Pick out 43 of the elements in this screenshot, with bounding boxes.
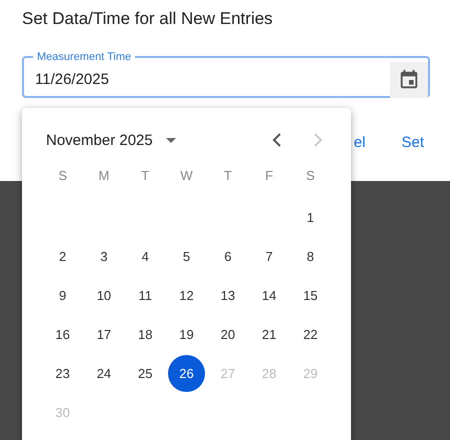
calendar-day[interactable]: 20 bbox=[209, 316, 246, 353]
weekday-label: S bbox=[305, 167, 316, 185]
calendar-day[interactable]: 8 bbox=[292, 238, 329, 275]
calendar-icon[interactable] bbox=[390, 62, 428, 98]
weekday-label: W bbox=[179, 167, 194, 185]
calendar-day[interactable]: 2 bbox=[44, 238, 82, 275]
calendar-day[interactable]: 9 bbox=[44, 277, 82, 314]
calendar-day[interactable]: 21 bbox=[250, 316, 288, 353]
month-selector[interactable]: November 2025 bbox=[46, 132, 153, 148]
calendar-day[interactable]: 15 bbox=[292, 277, 329, 314]
previous-month-icon[interactable] bbox=[272, 132, 282, 148]
calendar-day[interactable]: 25 bbox=[126, 355, 164, 392]
weekday-label: S bbox=[57, 167, 68, 185]
calendar-day[interactable]: 12 bbox=[168, 277, 206, 314]
calendar-day[interactable]: 16 bbox=[44, 316, 82, 353]
weekday-label: T bbox=[222, 167, 233, 185]
calendar-day[interactable]: 5 bbox=[168, 238, 206, 275]
calendar-day[interactable]: 24 bbox=[85, 355, 122, 392]
calendar-day[interactable]: 11 bbox=[126, 277, 164, 314]
calendar-day[interactable]: 14 bbox=[250, 277, 288, 314]
calendar-day[interactable]: 3 bbox=[85, 238, 122, 275]
weekday-label: M bbox=[98, 167, 110, 185]
calendar-day[interactable]: 22 bbox=[292, 316, 329, 353]
calendar-day[interactable]: 26 bbox=[168, 355, 206, 392]
date-input[interactable]: 11/26/2025 bbox=[24, 70, 390, 89]
calendar-day[interactable]: 23 bbox=[44, 355, 82, 392]
calendar-day[interactable]: 17 bbox=[85, 316, 122, 353]
weekday-label: T bbox=[140, 167, 150, 185]
calendar-day[interactable]: 7 bbox=[250, 238, 288, 275]
cancel-button[interactable]: el bbox=[350, 134, 366, 151]
dialog-title: Set Data/Time for all New Entries bbox=[22, 9, 274, 29]
date-field[interactable]: Measurement Time 11/26/2025 bbox=[22, 51, 430, 98]
calendar-day[interactable]: 1 bbox=[292, 199, 329, 236]
set-button[interactable]: Set bbox=[395, 134, 430, 151]
calendar-day[interactable]: 18 bbox=[126, 316, 164, 353]
caret-icon[interactable] bbox=[166, 138, 176, 142]
field-label: Measurement Time bbox=[36, 51, 132, 63]
calendar-day[interactable]: 10 bbox=[85, 277, 122, 314]
weekday-label: F bbox=[264, 167, 274, 185]
calendar-day[interactable]: 13 bbox=[209, 277, 246, 314]
calendar-day[interactable]: 19 bbox=[168, 316, 206, 353]
calendar-day[interactable]: 6 bbox=[209, 238, 246, 275]
calendar-day[interactable]: 4 bbox=[126, 238, 164, 275]
